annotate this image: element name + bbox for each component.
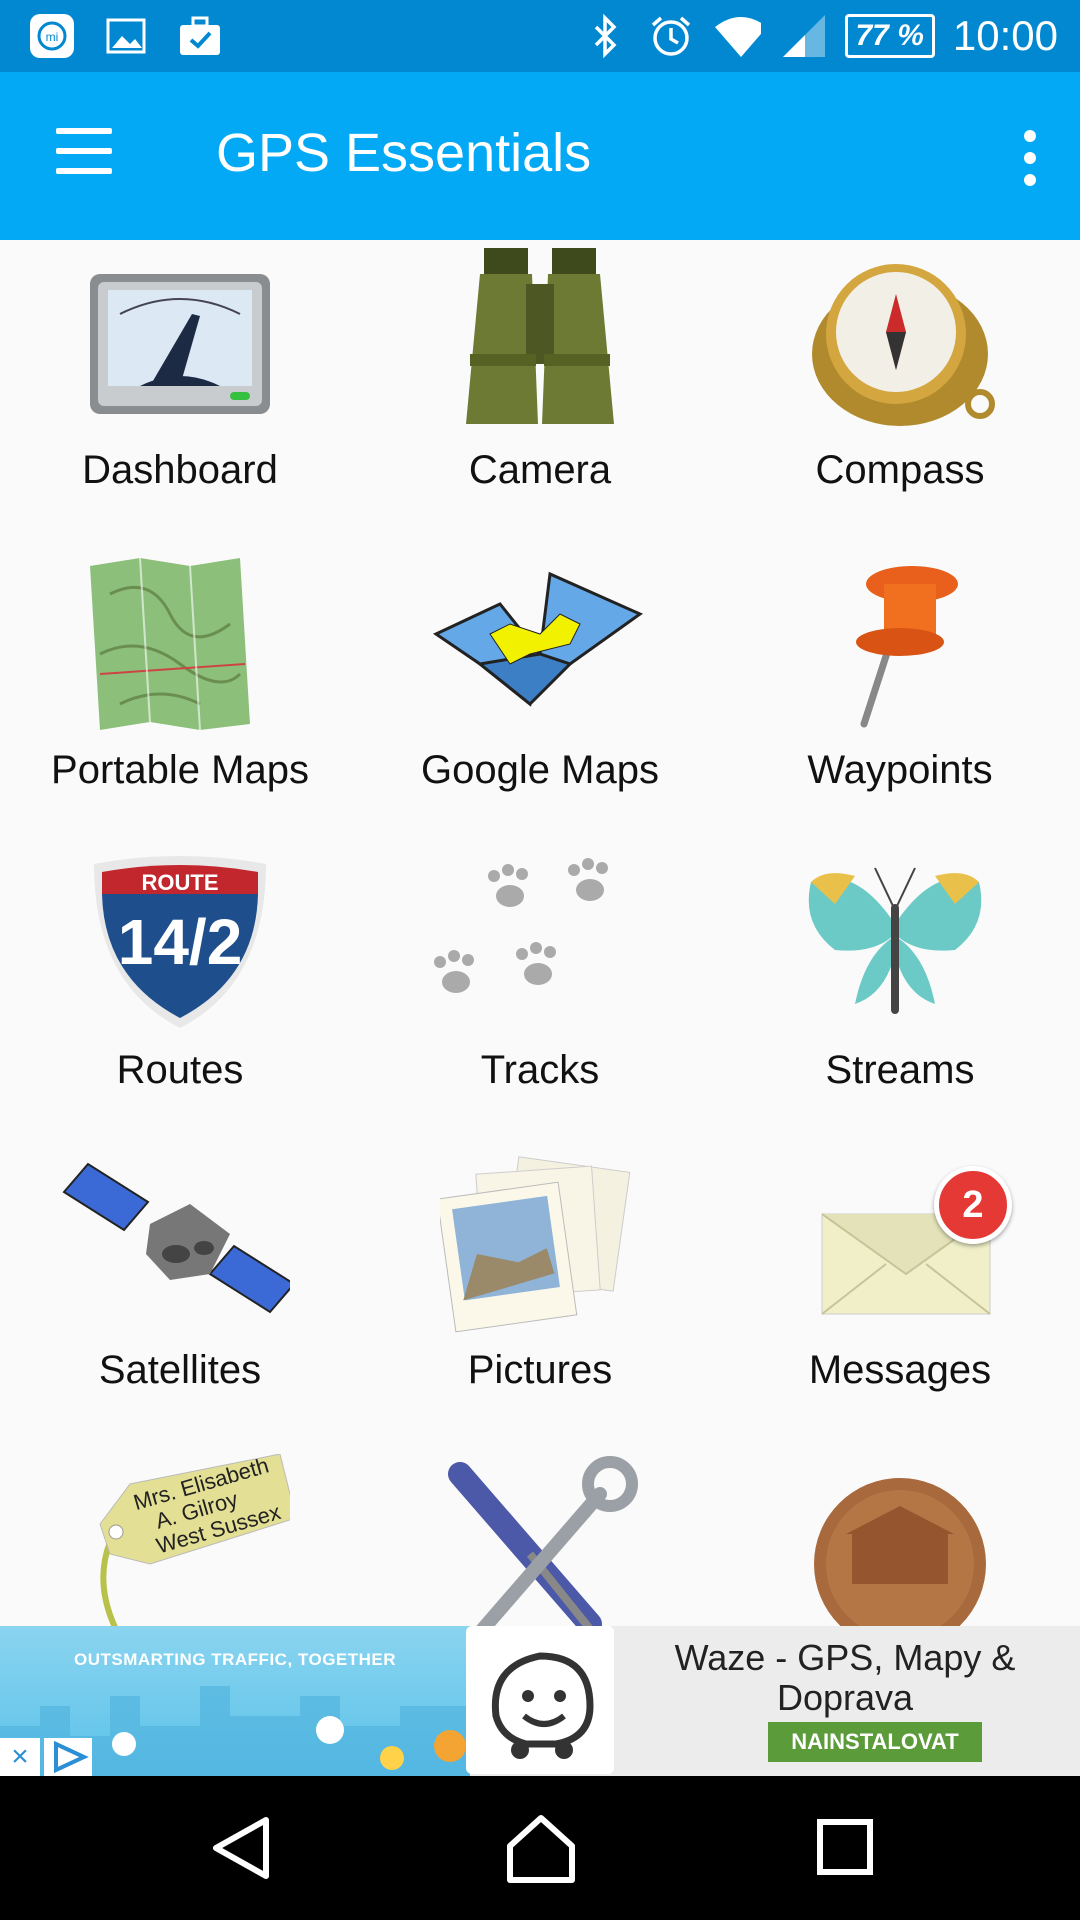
image-icon xyxy=(102,12,150,60)
navigation-bar xyxy=(0,1776,1080,1920)
speedometer-gauge-icon xyxy=(80,254,280,434)
battery-indicator: 77 % xyxy=(844,14,935,58)
home-icon[interactable] xyxy=(496,1806,586,1890)
penny-coin-icon xyxy=(800,1454,1000,1626)
tile-label: Camera xyxy=(468,448,612,492)
tile-label: Portable Maps xyxy=(51,748,309,792)
tile-address-tag[interactable]: Mrs. Elisabeth A. Gilroy West Sussex xyxy=(0,1440,360,1626)
tile-label: Streams xyxy=(825,1048,975,1092)
photos-icon xyxy=(436,1154,640,1334)
tile-label: Compass xyxy=(815,448,985,492)
tile-label: Tracks xyxy=(480,1048,600,1092)
alarm-icon xyxy=(647,12,695,60)
tile-label: Dashboard xyxy=(82,448,278,492)
bluetooth-icon xyxy=(581,12,629,60)
wifi-icon xyxy=(713,12,761,60)
ad-tagline: OUTSMARTING TRAFFIC, TOGETHER xyxy=(73,1650,397,1669)
tile-pictures[interactable]: Pictures xyxy=(360,1140,720,1440)
app-bar: GPS Essentials xyxy=(0,72,1080,240)
tile-google-maps[interactable]: Google Maps xyxy=(360,540,720,840)
route-shield-number: 14/2 xyxy=(118,906,243,978)
back-icon[interactable] xyxy=(196,1806,286,1890)
feature-grid: Dashboard Camera Compass Portable Maps G… xyxy=(0,240,1080,1626)
butterfly-icon xyxy=(800,854,1000,1034)
tile-label: Pictures xyxy=(467,1348,613,1392)
folded-map-icon xyxy=(432,554,644,734)
satellite-icon xyxy=(62,1154,296,1334)
tile-messages[interactable]: Messages xyxy=(720,1140,1080,1440)
compass-icon xyxy=(800,254,1000,434)
recents-icon[interactable] xyxy=(800,1806,890,1890)
topographic-map-icon xyxy=(80,554,280,734)
paw-prints-icon xyxy=(434,854,640,1034)
page-title: GPS Essentials xyxy=(216,123,592,183)
status-bar: mi 77 % 10:00 xyxy=(0,0,1080,72)
messages-badge: 2 xyxy=(934,1166,1012,1244)
pushpin-icon xyxy=(800,554,1000,734)
ad-banner[interactable]: OUTSMARTING TRAFFIC, TOGETHER Waze - GPS… xyxy=(0,1626,1080,1776)
adchoices-icon[interactable] xyxy=(44,1738,92,1776)
clock: 10:00 xyxy=(952,12,1058,59)
tile-label: Google Maps xyxy=(421,748,659,792)
tile-routes[interactable]: ROUTE 14/2 Routes xyxy=(0,840,360,1140)
ad-title: Waze - GPS, Mapy & Doprava xyxy=(674,1637,1016,1718)
tile-penny[interactable] xyxy=(720,1440,1080,1626)
tools-icon xyxy=(440,1454,640,1626)
tile-satellites[interactable]: Satellites xyxy=(0,1140,360,1440)
hamburger-menu-icon[interactable] xyxy=(48,128,118,184)
tile-tracks[interactable]: Tracks xyxy=(360,840,720,1140)
binoculars-icon xyxy=(440,248,640,434)
more-vertical-icon[interactable] xyxy=(1020,130,1040,186)
tile-camera[interactable]: Camera xyxy=(360,240,720,540)
route-shield-top-text: ROUTE xyxy=(142,870,219,895)
close-icon[interactable]: × xyxy=(0,1738,40,1776)
tile-waypoints[interactable]: Waypoints xyxy=(720,540,1080,840)
install-button[interactable]: NAINSTALOVAT xyxy=(768,1722,982,1762)
tile-streams[interactable]: Streams xyxy=(720,840,1080,1140)
mi-icon: mi xyxy=(28,12,76,60)
tile-label: Routes xyxy=(116,1048,244,1092)
route-shield-icon: ROUTE 14/2 xyxy=(80,854,280,1034)
tile-dashboard[interactable]: Dashboard xyxy=(0,240,360,540)
tile-tools[interactable] xyxy=(360,1440,720,1626)
svg-text:mi: mi xyxy=(46,30,59,44)
briefcase-check-icon xyxy=(176,12,224,60)
tile-compass[interactable]: Compass xyxy=(720,240,1080,540)
tile-label: Satellites xyxy=(98,1348,262,1392)
address-tag-icon: Mrs. Elisabeth A. Gilroy West Sussex xyxy=(80,1453,297,1626)
tile-label: Messages xyxy=(808,1348,992,1392)
tile-portable-maps[interactable]: Portable Maps xyxy=(0,540,360,840)
signal-icon xyxy=(779,12,827,60)
waze-logo-icon[interactable] xyxy=(466,1626,614,1774)
tile-label: Waypoints xyxy=(807,748,993,792)
